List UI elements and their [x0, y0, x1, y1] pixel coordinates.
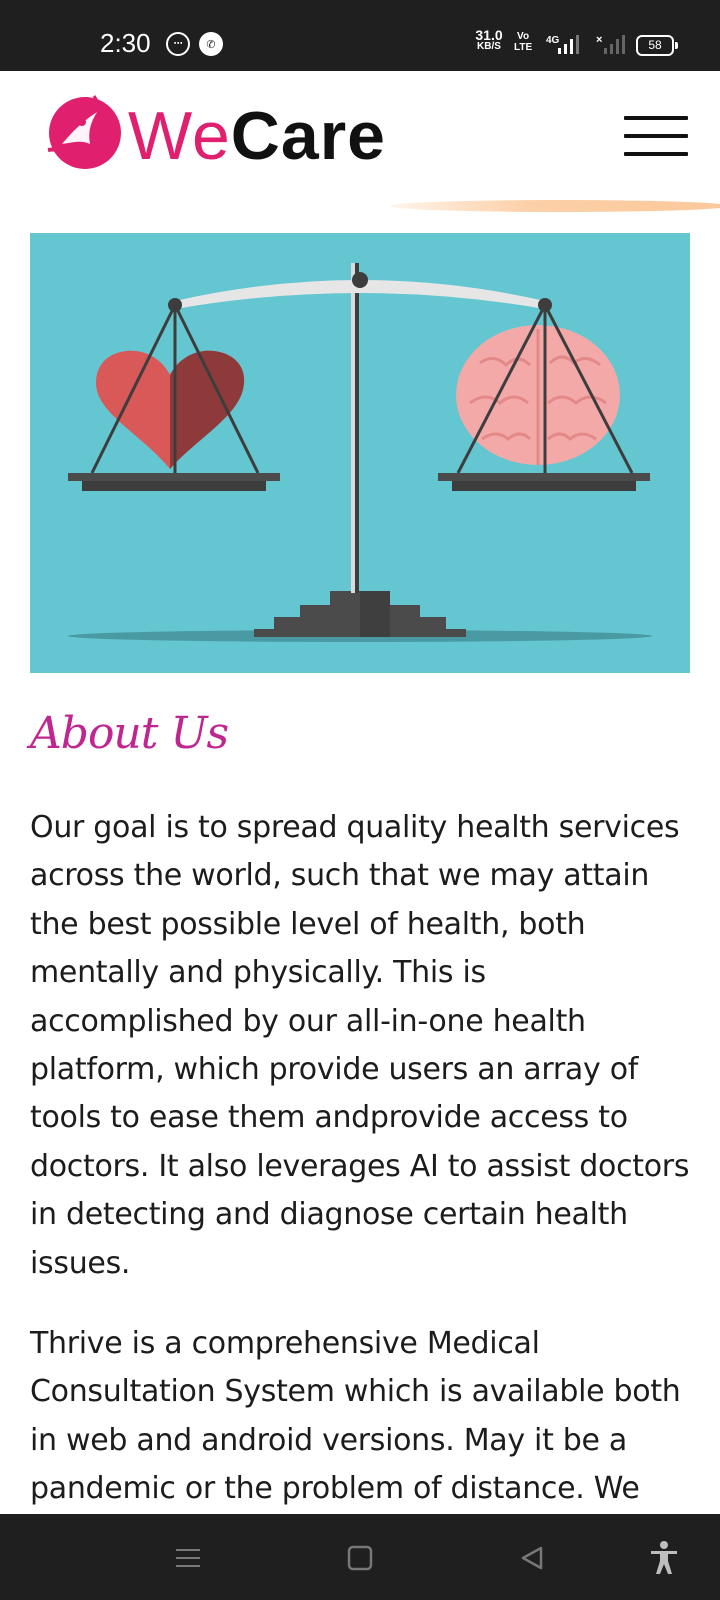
signal-icon: 4G	[546, 35, 579, 54]
signal-2-icon: ×	[596, 34, 625, 54]
about-us-heading: About Us	[30, 708, 229, 759]
home-icon[interactable]	[338, 1536, 382, 1580]
phone-call-icon: ✆	[199, 32, 223, 56]
svg-text:×: ×	[596, 34, 602, 46]
volte-indicator: Vo LTE	[514, 31, 533, 53]
logo-icon[interactable]	[42, 92, 124, 174]
about-paragraph-2: Thrive is a comprehensive Medical Consul…	[30, 1326, 681, 1507]
hero-illustration	[30, 233, 690, 673]
svg-text:4G: 4G	[546, 35, 560, 46]
accessibility-icon[interactable]	[642, 1536, 686, 1580]
network-speed: 31.0 KB/S	[475, 27, 503, 52]
battery-icon: 58	[636, 35, 678, 56]
status-time: 2:30	[100, 28, 151, 58]
about-paragraph-1: Our goal is to spread quality health ser…	[30, 810, 690, 1281]
hamburger-menu-icon[interactable]	[624, 116, 688, 156]
messaging-icon: ⋯	[166, 32, 190, 56]
back-icon[interactable]	[510, 1536, 554, 1580]
recent-apps-icon[interactable]	[166, 1536, 210, 1580]
header-decoration	[390, 200, 720, 212]
status-bar: 2:30 ⋯ ✆ 31.0 KB/S Vo LTE 4G × 58	[0, 0, 720, 71]
system-nav-bar	[0, 1514, 720, 1600]
balance-scale-heart-brain-illustration	[68, 263, 652, 642]
logo-wordmark[interactable]: WeCare	[128, 96, 386, 176]
